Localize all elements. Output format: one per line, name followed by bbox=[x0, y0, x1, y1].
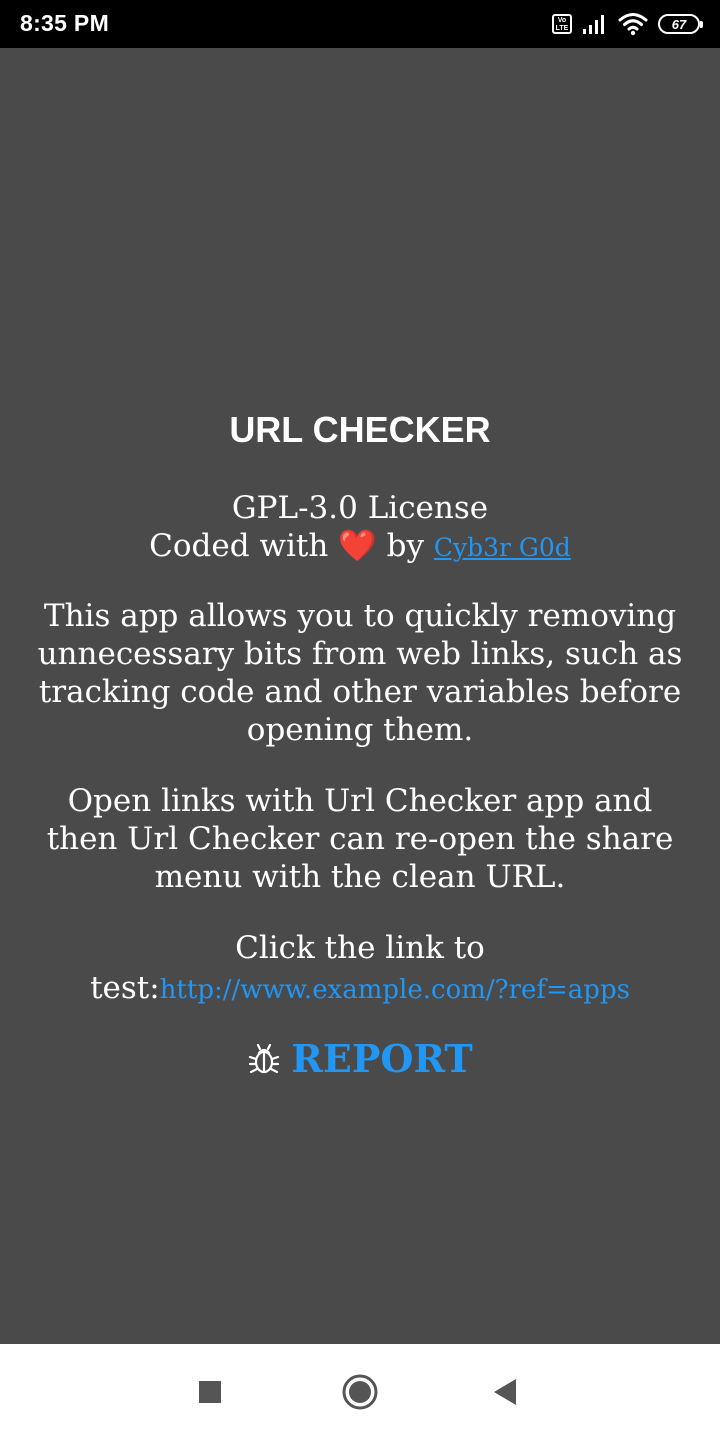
status-bar: 8:35 PM Vo LTE 67 bbox=[0, 0, 720, 48]
app-description: This app allows you to quickly removing … bbox=[37, 598, 683, 748]
about-screen: URL CHECKER GPL-3.0 License Coded with ❤… bbox=[0, 48, 720, 1344]
signal-icon bbox=[583, 15, 604, 34]
report-label: REPORT bbox=[291, 1036, 473, 1081]
test-link[interactable]: http://www.example.com/?ref=apps bbox=[160, 975, 630, 1005]
bug-icon bbox=[249, 1043, 280, 1074]
square-icon[interactable] bbox=[188, 1370, 232, 1414]
circle-icon[interactable] bbox=[338, 1370, 382, 1414]
coded-by-word: by bbox=[386, 528, 425, 564]
test-link-line: Click the link to test:http://www.exampl… bbox=[30, 928, 690, 1010]
volte-icon: Vo LTE bbox=[552, 14, 572, 34]
status-time: 8:35 PM bbox=[20, 10, 110, 36]
license-text: GPL-3.0 License bbox=[231, 490, 489, 526]
status-icons: Vo LTE 67 bbox=[552, 12, 703, 36]
battery-icon: 67 bbox=[658, 14, 703, 34]
coded-with-prefix: Coded with bbox=[149, 528, 329, 564]
app-title: URL CHECKER bbox=[229, 409, 491, 450]
heart-icon: ❤️ bbox=[338, 528, 377, 564]
report-button[interactable]: REPORT bbox=[0, 1036, 720, 1082]
triangle-back-icon[interactable] bbox=[484, 1370, 528, 1414]
wifi-icon bbox=[618, 13, 648, 36]
author-link[interactable]: Cyb3r G0d bbox=[434, 533, 571, 562]
app-usage: Open links with Url Checker app and then… bbox=[46, 783, 674, 895]
coded-with-line: Coded with ❤️ by Cyb3r G0d bbox=[0, 527, 720, 567]
navigation-bar bbox=[0, 1344, 720, 1440]
